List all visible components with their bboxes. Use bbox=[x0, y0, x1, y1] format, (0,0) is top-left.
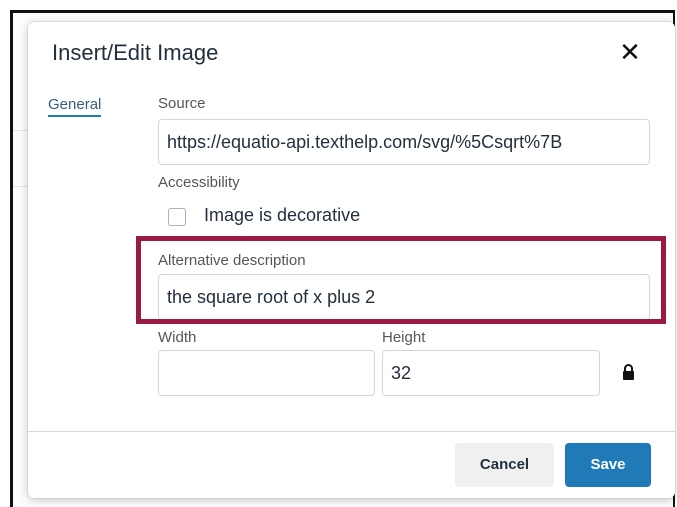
footer-divider bbox=[28, 431, 675, 432]
decorative-checkbox[interactable] bbox=[168, 208, 186, 226]
background-divider bbox=[13, 130, 28, 131]
height-input[interactable]: 32 bbox=[382, 350, 600, 396]
source-label: Source bbox=[158, 95, 206, 112]
background-divider bbox=[13, 186, 28, 187]
lock-icon[interactable] bbox=[622, 364, 635, 385]
dialog-title: Insert/Edit Image bbox=[52, 40, 219, 65]
source-input[interactable]: https://equatio-api.texthelp.com/svg/%5C… bbox=[158, 119, 650, 165]
decorative-checkbox-label: Image is decorative bbox=[204, 205, 361, 225]
save-button[interactable]: Save bbox=[565, 443, 651, 487]
close-icon[interactable]: ✕ bbox=[616, 38, 644, 66]
insert-edit-image-dialog: Insert/Edit Image ✕ General Source https… bbox=[28, 22, 675, 498]
width-input[interactable] bbox=[158, 350, 375, 396]
width-label: Width bbox=[158, 329, 197, 346]
height-label: Height bbox=[382, 329, 426, 346]
highlight-box bbox=[136, 236, 666, 324]
accessibility-label: Accessibility bbox=[158, 174, 240, 191]
tab-general[interactable]: General bbox=[48, 96, 102, 117]
cancel-button[interactable]: Cancel bbox=[455, 443, 554, 487]
